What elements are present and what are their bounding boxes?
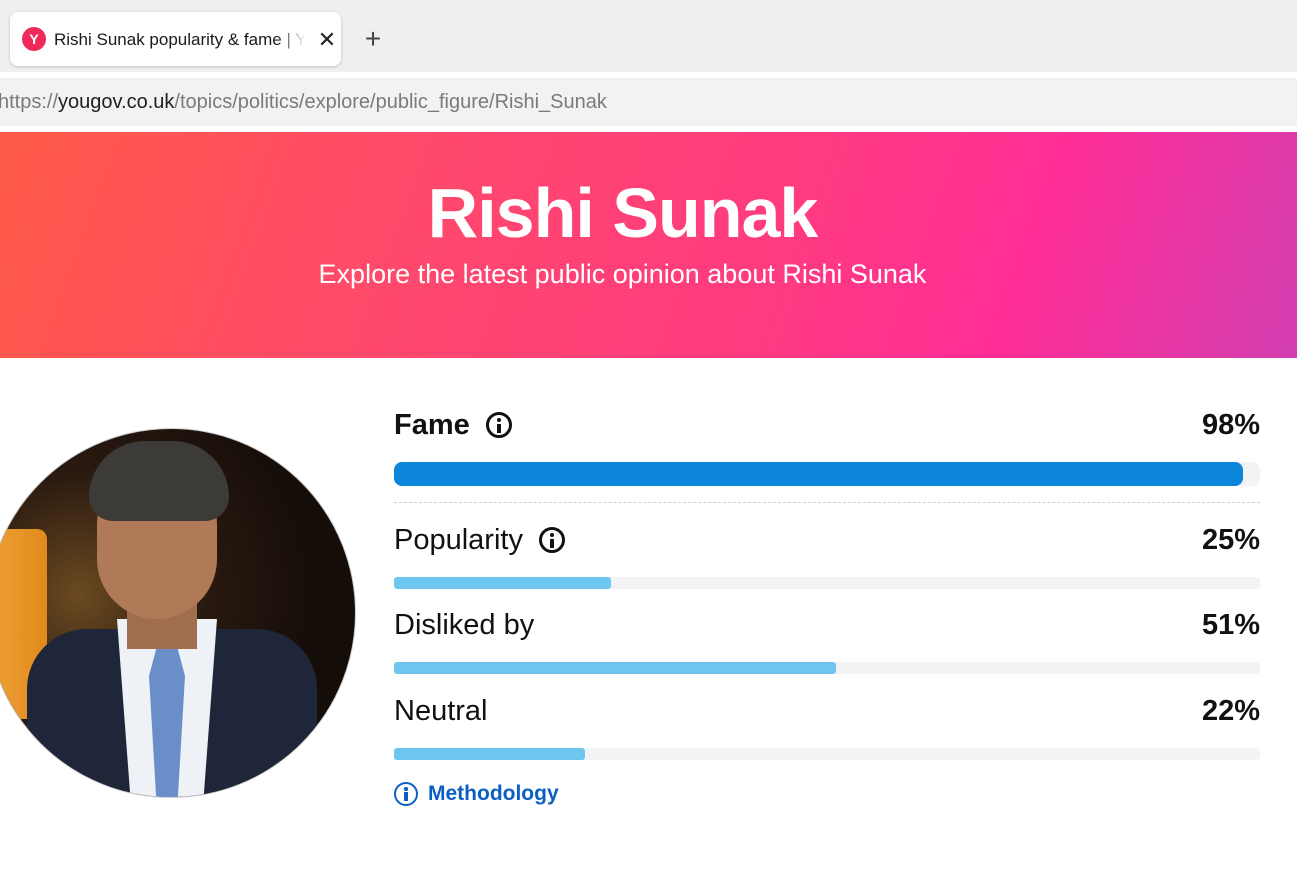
methodology-label: Methodology	[428, 782, 559, 805]
metric-value: 25%	[1201, 524, 1260, 556]
methodology-link[interactable]: Methodology	[394, 780, 559, 808]
page-title: Rishi Sunak	[427, 174, 819, 252]
progress-fill	[394, 577, 611, 589]
progress-track	[394, 462, 1260, 486]
url-text[interactable]: https://yougov.co.uk/topics/politics/exp…	[0, 90, 607, 114]
page-subtitle: Explore the latest public opinion about …	[318, 259, 927, 289]
metric-label: Popularity	[394, 524, 523, 556]
progress-fill	[394, 462, 1243, 486]
yougov-favicon-icon: Y	[22, 27, 46, 51]
new-tab-button[interactable]: +	[358, 24, 388, 54]
photo-hair	[89, 441, 229, 521]
metric-label: Neutral	[394, 695, 488, 727]
metric-label: Fame	[394, 409, 470, 441]
close-tab-icon[interactable]: ✕	[313, 26, 341, 54]
browser-tab-active[interactable]: Y Rishi Sunak popularity & fame | YouGov…	[10, 12, 341, 66]
progress-track	[394, 577, 1260, 589]
url-path: /topics/politics/explore/public_figure/R…	[174, 91, 607, 113]
progress-track	[394, 662, 1260, 674]
info-icon[interactable]	[538, 527, 565, 553]
progress-fill	[394, 662, 836, 674]
address-bar[interactable]: https://yougov.co.uk/topics/politics/exp…	[0, 78, 1297, 126]
progress-track	[394, 748, 1260, 760]
info-icon[interactable]	[485, 412, 512, 438]
portrait-photo	[0, 428, 356, 798]
metric-label: Disliked by	[394, 609, 535, 641]
metric-value: 98%	[1201, 409, 1260, 441]
hero-banner: Rishi Sunak Explore the latest public op…	[0, 132, 1297, 358]
metric-value: 51%	[1201, 609, 1260, 641]
tab-title: Rishi Sunak popularity & fame | YouGov	[54, 28, 306, 52]
divider	[394, 502, 1260, 503]
browser-tabstrip: Y Rishi Sunak popularity & fame | YouGov…	[0, 0, 1297, 72]
metric-value: 22%	[1201, 695, 1260, 727]
url-prefix: https://	[0, 91, 59, 113]
url-domain: yougov.co.uk	[58, 91, 175, 113]
progress-fill	[394, 748, 585, 760]
info-circle-icon	[394, 782, 418, 806]
